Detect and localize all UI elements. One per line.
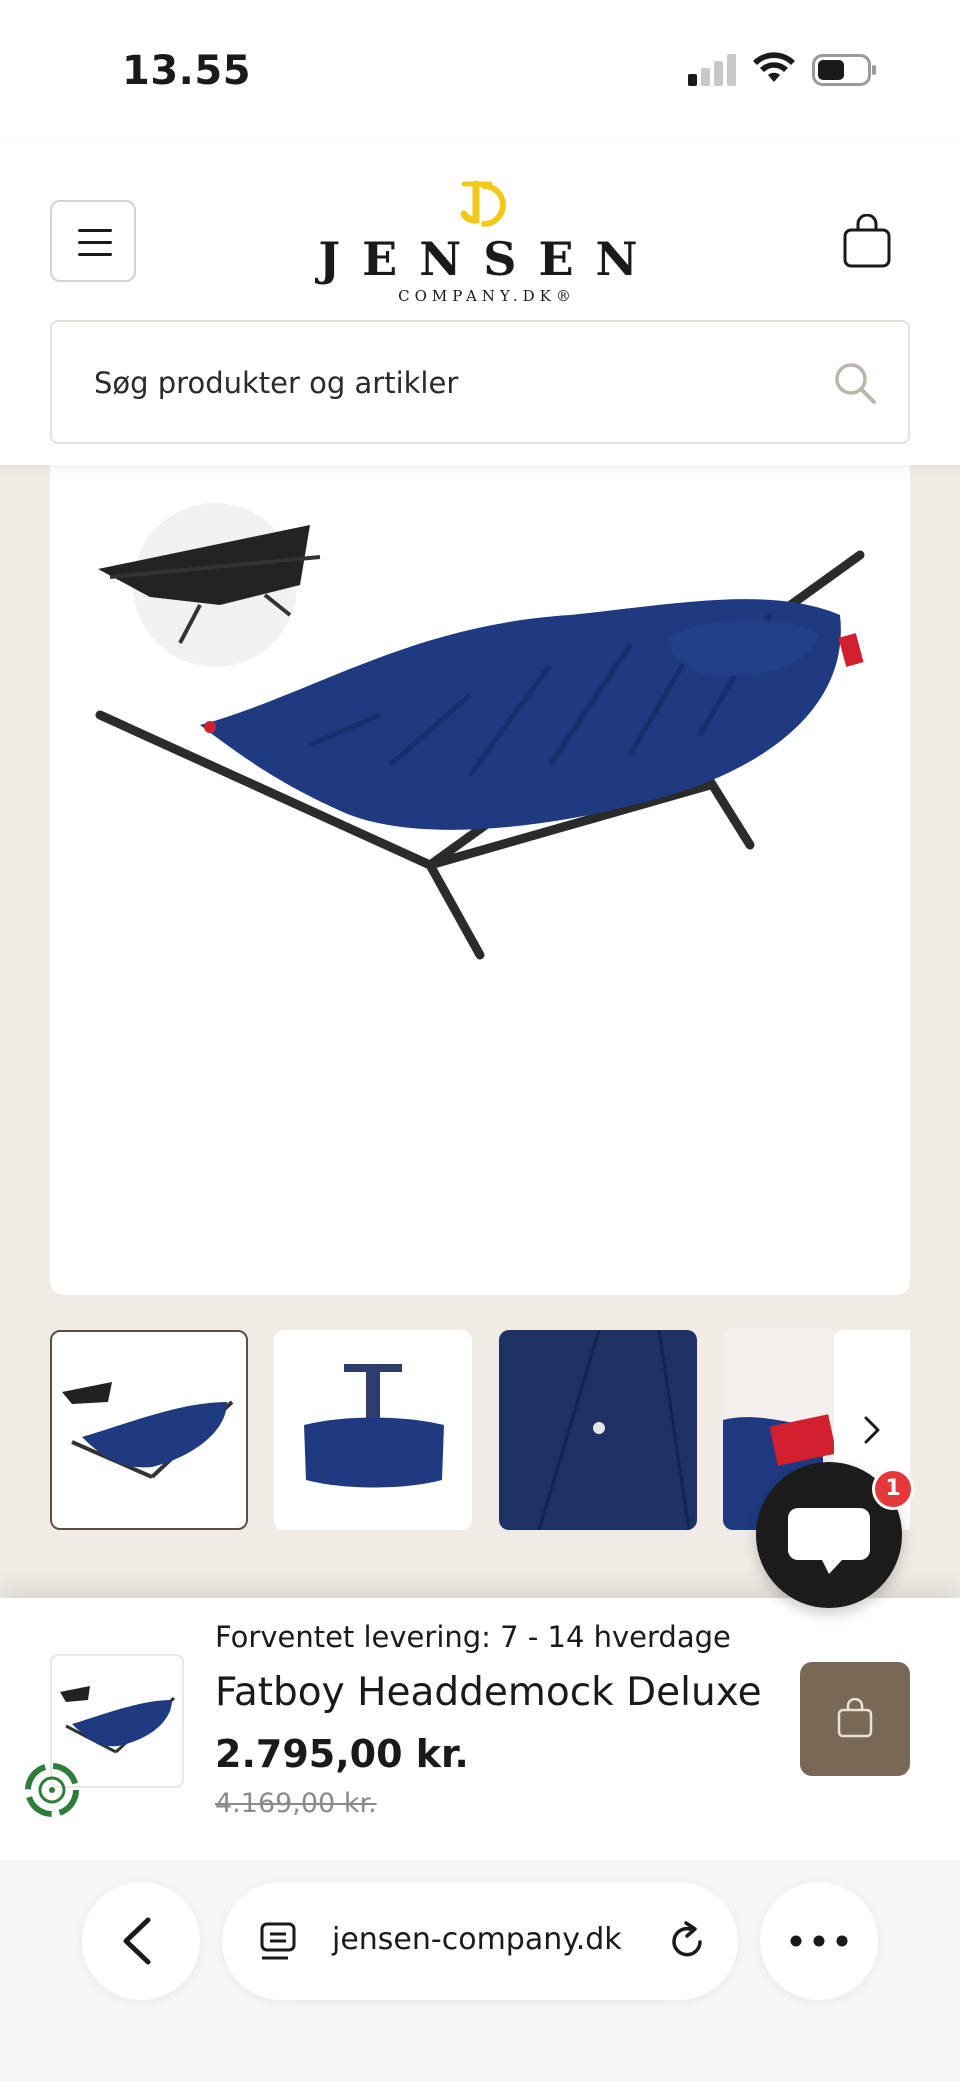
thumbnail-2[interactable] xyxy=(274,1330,472,1530)
product-main-image[interactable] xyxy=(50,465,910,1295)
menu-button[interactable] xyxy=(50,200,136,282)
reload-icon[interactable] xyxy=(666,1920,708,1962)
bag-icon[interactable] xyxy=(840,214,894,270)
add-to-cart-button[interactable] xyxy=(800,1662,910,1776)
back-button[interactable] xyxy=(82,1882,200,2000)
chat-unread-badge: 1 xyxy=(872,1468,914,1510)
search-input[interactable]: Søg produkter og artikler xyxy=(50,320,910,444)
product-price: 2.795,00 kr. xyxy=(215,1732,469,1776)
recycle-icon[interactable] xyxy=(16,1754,88,1826)
site-header: JENSEN COMPANY.DK® Søg produkter og arti… xyxy=(0,140,960,465)
battery-icon xyxy=(812,54,876,86)
search-icon[interactable] xyxy=(832,360,878,406)
status-bar: 13.55 xyxy=(0,0,960,140)
status-time: 13.55 xyxy=(122,48,252,94)
more-button[interactable] xyxy=(760,1882,878,2000)
bag-icon xyxy=(837,1698,873,1738)
address-bar[interactable]: jensen-company.dk xyxy=(222,1882,738,2000)
url-text: jensen-company.dk xyxy=(332,1922,622,1957)
more-icon xyxy=(790,1935,848,1947)
product-title: Fatboy Headdemock Deluxe xyxy=(215,1670,762,1715)
delivery-estimate: Forventet levering: 7 - 14 hverdage xyxy=(215,1620,731,1654)
logo-mark-icon xyxy=(460,180,506,227)
menu-icon xyxy=(78,229,112,232)
thumbnail-1[interactable] xyxy=(50,1330,248,1530)
search-placeholder: Søg produkter og artikler xyxy=(94,366,459,400)
product-old-price: 4.169,00 kr. xyxy=(215,1788,377,1819)
logo-subtitle: COMPANY.DK® xyxy=(398,287,576,305)
chevron-right-icon xyxy=(864,1416,880,1444)
back-icon xyxy=(123,1917,151,1965)
site-logo[interactable]: JENSEN COMPANY.DK® xyxy=(300,180,660,305)
thumbnail-3[interactable] xyxy=(499,1330,697,1530)
browser-toolbar: jensen-company.dk xyxy=(0,1860,960,2081)
hammock-image xyxy=(95,503,865,960)
logo-name: JENSEN xyxy=(318,232,660,286)
wifi-icon xyxy=(753,52,795,82)
tabs-icon xyxy=(260,1922,296,1960)
cellular-signal-icon xyxy=(688,52,738,86)
